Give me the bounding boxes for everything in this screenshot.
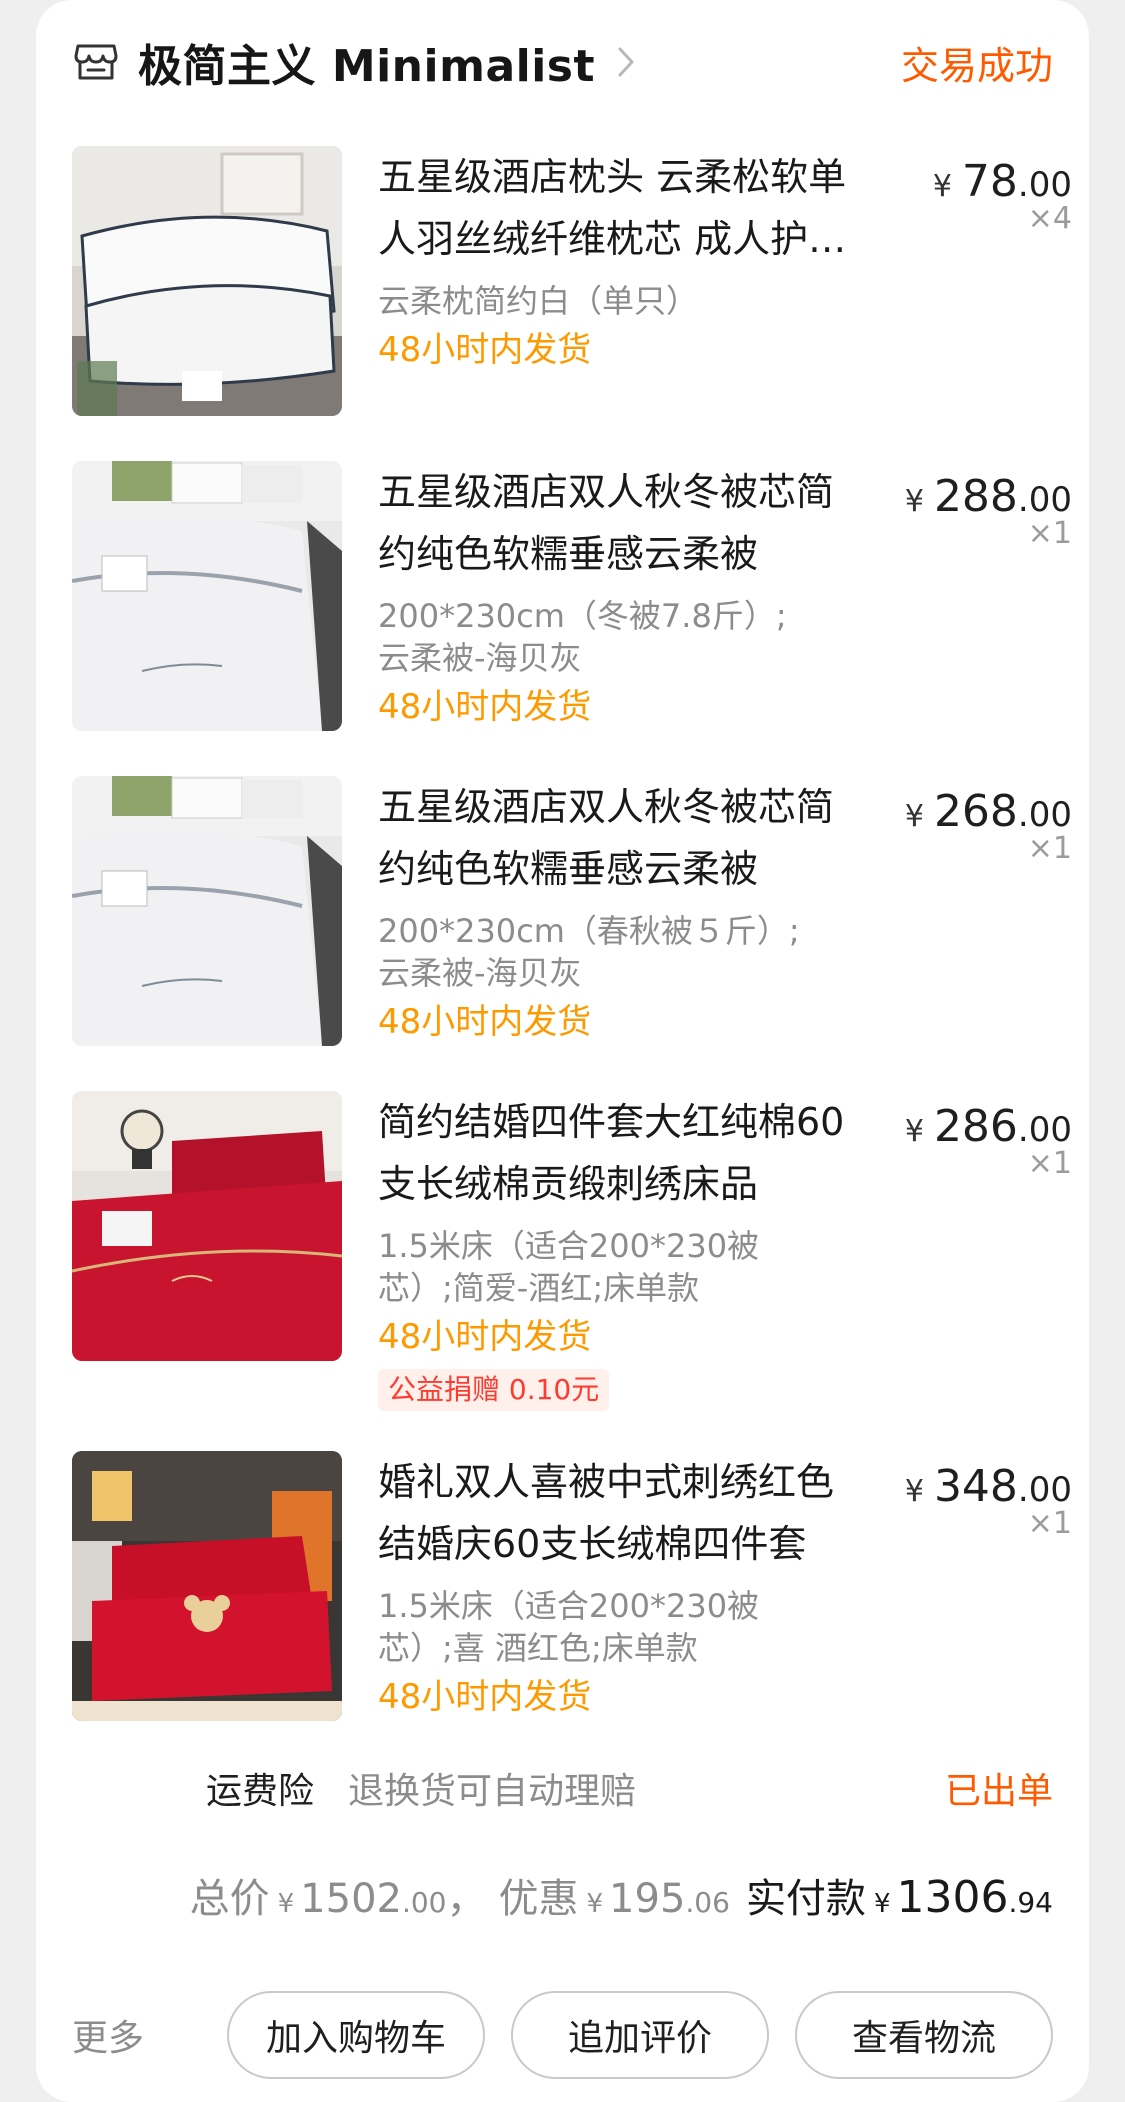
product-spec: 200*230cm（冬被7.8斤）; 云柔被-海贝灰 — [378, 595, 858, 679]
item-price: ¥286.00 — [904, 1101, 1072, 1152]
spec-line: 芯）;简爱-酒红;床单款 — [378, 1269, 700, 1307]
insurance-description: 退换货可自动理赔 — [348, 1771, 637, 1812]
spec-line: 云柔枕简约白（单只） — [378, 282, 699, 320]
paid-label: 实付款 — [745, 1876, 866, 1922]
total-label: 总价 — [189, 1876, 270, 1922]
shipping-note: 48小时内发货 — [378, 1677, 592, 1717]
shipping-insurance-row[interactable]: 运费险 退换货可自动理赔 已出单 — [206, 1760, 1053, 1816]
shipping-note: 48小时内发货 — [378, 687, 592, 727]
add-to-cart-button[interactable]: 加入购物车 — [227, 1991, 485, 2079]
spec-line: 200*230cm（冬被7.8斤）; — [378, 597, 787, 635]
item-info: 婚礼双人喜被中式刺绣红色结婚庆60支长绒棉四件套 1.5米床（适合200*230… — [378, 1451, 858, 1719]
item-price: ¥268.00 — [904, 786, 1072, 837]
discount-decimals: .06 — [685, 1886, 730, 1919]
discount-amount: 195 — [609, 1876, 686, 1922]
order-header: 极简主义 Minimalist 交易成功 — [72, 30, 1053, 94]
order-status: 交易成功 — [900, 43, 1053, 88]
charity-badge: 公益捐赠 0.10元 — [378, 1369, 610, 1411]
product-title[interactable]: 五星级酒店枕头 云柔松软单人羽丝绒纤维枕芯 成人护颈枕 — [378, 146, 858, 270]
shipping-note: 48小时内发货 — [378, 1002, 592, 1042]
item-price: ¥288.00 — [904, 471, 1072, 522]
spec-line: 芯）;喜 酒红色;床单款 — [378, 1629, 698, 1667]
item-info: 五星级酒店双人秋冬被芯简约纯色软糯垂感云柔被 200*230cm（冬被7.8斤）… — [378, 461, 858, 729]
shipping-note: 48小时内发货 — [378, 330, 592, 370]
product-image[interactable] — [72, 776, 342, 1046]
item-info: 简约结婚四件套大红纯棉60支长绒棉贡缎刺绣床品 1.5米床（适合200*230被… — [378, 1091, 858, 1411]
product-spec: 200*230cm（春秋被５斤）; 云柔被-海贝灰 — [378, 910, 858, 994]
item-info: 五星级酒店双人秋冬被芯简约纯色软糯垂感云柔被 200*230cm（春秋被５斤）;… — [378, 776, 858, 1044]
order-item[interactable]: 五星级酒店双人秋冬被芯简约纯色软糯垂感云柔被 200*230cm（冬被7.8斤）… — [72, 461, 1072, 731]
separator: ， — [446, 1876, 487, 1922]
product-title[interactable]: 婚礼双人喜被中式刺绣红色结婚庆60支长绒棉四件套 — [378, 1451, 858, 1575]
product-spec: 1.5米床（适合200*230被 芯）;简爱-酒红;床单款 — [378, 1225, 858, 1309]
order-totals: 总价 ¥ 1502 .00 ， 优惠 ¥ 195 .06 实付款 ¥1306.9… — [190, 1866, 1053, 1924]
product-title[interactable]: 简约结婚四件套大红纯棉60支长绒棉贡缎刺绣床品 — [378, 1091, 858, 1215]
spec-line: 1.5米床（适合200*230被 — [378, 1227, 760, 1265]
price-column: ¥78.00 ×4 — [933, 156, 1072, 236]
shipping-note: 48小时内发货 — [378, 1317, 592, 1357]
spec-line: 云柔被-海贝灰 — [378, 639, 582, 677]
store-name-link[interactable]: 极简主义 Minimalist — [138, 30, 595, 94]
insurance-status: 已出单 — [944, 1771, 1053, 1812]
order-item[interactable]: 简约结婚四件套大红纯棉60支长绒棉贡缎刺绣床品 1.5米床（适合200*230被… — [72, 1091, 1072, 1411]
discount-label: 优惠 — [498, 1876, 579, 1922]
chevron-right-icon[interactable] — [613, 42, 639, 82]
item-info: 五星级酒店枕头 云柔松软单人羽丝绒纤维枕芯 成人护颈枕 云柔枕简约白（单只） 4… — [378, 146, 858, 372]
total-decimals: .00 — [401, 1886, 447, 1919]
add-review-button[interactable]: 追加评价 — [511, 1991, 769, 2079]
product-image[interactable] — [72, 1451, 342, 1721]
order-item[interactable]: 五星级酒店双人秋冬被芯简约纯色软糯垂感云柔被 200*230cm（春秋被５斤）;… — [72, 776, 1072, 1046]
currency-symbol: ¥ — [277, 1889, 295, 1919]
product-image[interactable] — [72, 461, 342, 731]
more-actions-link[interactable]: 更多 — [72, 2009, 144, 2061]
product-spec: 1.5米床（适合200*230被 芯）;喜 酒红色;床单款 — [378, 1585, 858, 1669]
insurance-label: 运费险 — [206, 1771, 315, 1812]
spec-line: 云柔被-海贝灰 — [378, 954, 582, 992]
product-image[interactable] — [72, 1091, 342, 1361]
price-column: ¥288.00 ×1 — [905, 471, 1072, 551]
paid-amount: ¥1306.94 — [873, 1872, 1053, 1923]
order-item[interactable]: 婚礼双人喜被中式刺绣红色结婚庆60支长绒棉四件套 1.5米床（适合200*230… — [72, 1451, 1072, 1721]
item-price: ¥348.00 — [904, 1461, 1072, 1512]
product-spec: 云柔枕简约白（单只） — [378, 280, 858, 322]
store-icon — [72, 38, 120, 86]
product-title[interactable]: 五星级酒店双人秋冬被芯简约纯色软糯垂感云柔被 — [378, 461, 858, 585]
price-column: ¥286.00 ×1 — [905, 1101, 1072, 1181]
view-logistics-button[interactable]: 查看物流 — [795, 1991, 1053, 2079]
spec-line: 200*230cm（春秋被５斤）; — [378, 912, 800, 950]
price-column: ¥268.00 ×1 — [905, 786, 1072, 866]
total-amount: 1502 — [300, 1876, 402, 1922]
product-image[interactable] — [72, 146, 342, 416]
order-actions: 更多 加入购物车 追加评价 查看物流 — [72, 1990, 1053, 2080]
order-card: 极简主义 Minimalist 交易成功 五星级酒店枕头 云柔松软单人羽丝绒纤维… — [36, 0, 1089, 2102]
item-price: ¥78.00 — [932, 156, 1072, 207]
product-title[interactable]: 五星级酒店双人秋冬被芯简约纯色软糯垂感云柔被 — [378, 776, 858, 900]
currency-symbol: ¥ — [586, 1889, 604, 1919]
price-column: ¥348.00 ×1 — [905, 1461, 1072, 1541]
spec-line: 1.5米床（适合200*230被 — [378, 1587, 760, 1625]
order-item[interactable]: 五星级酒店枕头 云柔松软单人羽丝绒纤维枕芯 成人护颈枕 云柔枕简约白（单只） 4… — [72, 146, 1072, 416]
